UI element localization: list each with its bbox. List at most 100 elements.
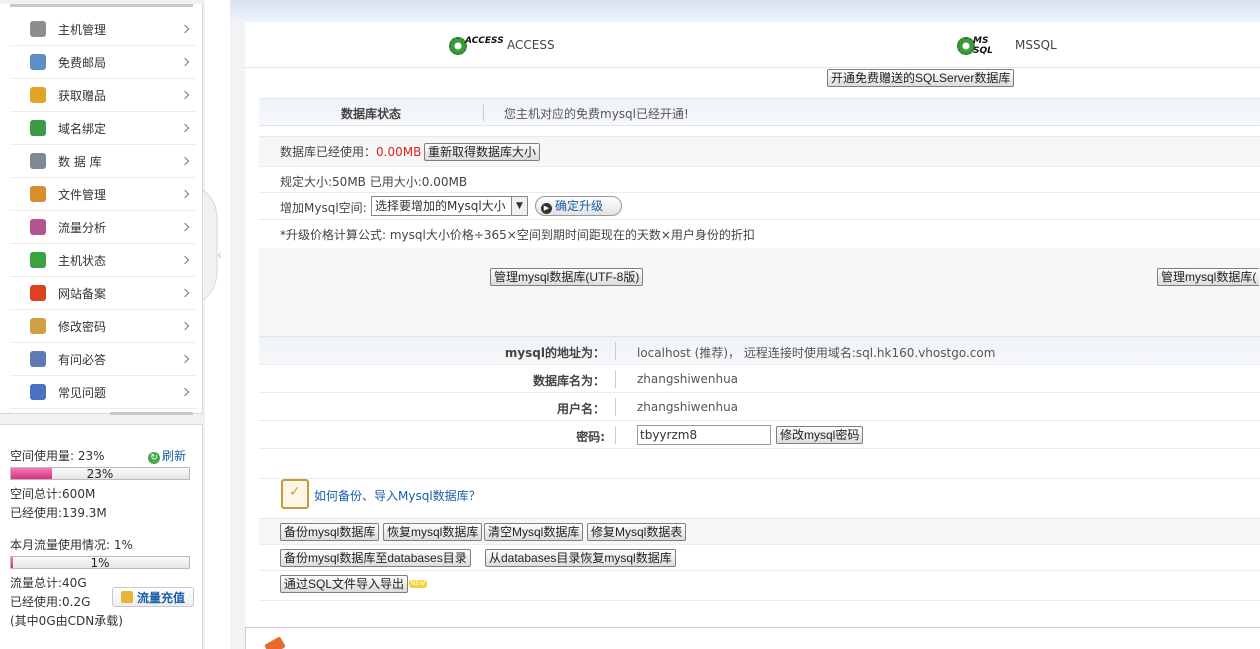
username-label: 用户名： bbox=[556, 402, 605, 416]
menu-top-border bbox=[10, 4, 193, 7]
user-question-icon bbox=[30, 351, 46, 367]
sidebar-item-label: 网站备案 bbox=[58, 286, 107, 301]
chevron-right-icon bbox=[180, 354, 190, 364]
sql-import-export-button[interactable]: 通过SQL文件导入导出 bbox=[280, 575, 409, 593]
open-sqlserver-button[interactable]: 开通免费赠送的SQLServer数据库 bbox=[827, 69, 1015, 87]
traffic-used: 已经使用:0.2G bbox=[10, 595, 91, 609]
backup-mysql-button[interactable]: 备份mysql数据库 bbox=[280, 523, 380, 541]
username-row: 用户名： zhangshiwenhua bbox=[259, 393, 1260, 421]
space-usage-bar-text: 23% bbox=[86, 467, 114, 481]
space-usage-bar: 23% bbox=[10, 467, 190, 481]
price-formula-text: *升级价格计算公式: mysql大小价格÷365×空间到期时间距现在的天数×用户… bbox=[280, 228, 755, 242]
traffic-recharge-button[interactable]: 流量充值 bbox=[112, 587, 194, 607]
repair-mysql-tables-button[interactable]: 修复Mysql数据表 bbox=[587, 523, 687, 541]
restore-mysql-button[interactable]: 恢复mysql数据库 bbox=[383, 523, 483, 541]
sidebar-item-8[interactable]: 网站备案 bbox=[10, 277, 196, 310]
sidebar-item-1[interactable]: 免费邮局 bbox=[10, 46, 196, 79]
sidebar-item-3[interactable]: 域名绑定 bbox=[10, 112, 196, 145]
server-icon bbox=[30, 21, 46, 37]
recharge-label: 流量充值 bbox=[136, 590, 185, 605]
connection-info-block: mysql的地址为： localhost (推荐)， 远程连接时使用域名:sql… bbox=[259, 336, 1260, 478]
sidebar-item-5[interactable]: 文件管理 bbox=[10, 178, 196, 211]
size-used-value: 0.00MB bbox=[376, 145, 422, 159]
status-icon bbox=[30, 252, 46, 268]
username-divider bbox=[615, 398, 616, 416]
cdn-note: (其中0G由CDN承载) bbox=[10, 614, 123, 628]
database-content: ACCESS ACCESS MS SQL MSSQL 开通免费赠送的SQLSer… bbox=[245, 22, 1260, 649]
quota-text: 规定大小:50MB 已用大小:0.00MB bbox=[280, 175, 468, 189]
manage-mysql-utf8-button[interactable]: 管理mysql数据库(UTF-8版) bbox=[490, 268, 644, 286]
clipboard-icon bbox=[281, 479, 309, 509]
manage-mysql-other-button[interactable]: 管理mysql数据库( bbox=[1157, 268, 1260, 286]
refresh-link[interactable]: ↻ 刷新 bbox=[148, 447, 186, 464]
chevron-right-icon bbox=[180, 255, 190, 265]
collapse-arrow-icon: ‹ bbox=[217, 248, 222, 262]
ops-row-2: 备份mysql数据库至databases目录 从databases目录恢复mys… bbox=[259, 545, 1260, 571]
address-label: mysql的地址为： bbox=[504, 346, 605, 360]
manage-buttons-row: 管理mysql数据库(UTF-8版) 管理mysql数据库( bbox=[259, 248, 1260, 336]
password-label: 密码: bbox=[576, 430, 605, 444]
address-row: mysql的地址为： localhost (推荐)， 远程连接时使用域名:sql… bbox=[259, 337, 1260, 365]
ops-row-1: 备份mysql数据库 恢复mysql数据库 清空Mysql数据库 修复Mysql… bbox=[259, 519, 1260, 545]
sidebar-item-4[interactable]: 数 据 库 bbox=[10, 145, 196, 178]
change-password-button[interactable]: 修改mysql密码 bbox=[776, 426, 864, 444]
refresh-label: 刷新 bbox=[162, 449, 187, 463]
confirm-upgrade-button[interactable]: ▶ 确定升级 bbox=[535, 196, 623, 216]
sidebar-item-7[interactable]: 主机状态 bbox=[10, 244, 196, 277]
sidebar-collapse-handle[interactable]: ‹ bbox=[202, 189, 230, 301]
tab-access[interactable]: ACCESS ACCESS bbox=[447, 34, 555, 56]
address-value: localhost (推荐)， 远程连接时使用域名:sql.hk160.vhos… bbox=[637, 346, 996, 360]
sidebar-item-label: 获取赠品 bbox=[58, 88, 107, 103]
password-input[interactable] bbox=[637, 425, 771, 445]
chevron-right-icon bbox=[180, 24, 190, 34]
sidebar-menu: 主机管理免费邮局获取赠品域名绑定数 据 库文件管理 流量分析 主机状态网站备案修改密… bbox=[0, 4, 203, 415]
ops-row-3: 通过SQL文件导入导出 NEW bbox=[259, 571, 1260, 601]
top-strip bbox=[230, 0, 1260, 22]
refresh-size-button[interactable]: 重新取得数据库大小 bbox=[424, 143, 541, 161]
backup-to-databases-dir-button[interactable]: 备份mysql数据库至databases目录 bbox=[280, 549, 471, 567]
formula-row: *升级价格计算公式: mysql大小价格÷365×空间到期时间距现在的天数×用户… bbox=[259, 220, 1260, 249]
add-space-select[interactable]: 选择要增加的Mysql大小 ▼ bbox=[371, 196, 528, 216]
sidebar: 主机管理免费邮局获取赠品域名绑定数 据 库文件管理 流量分析 主机状态网站备案修改密… bbox=[0, 0, 205, 649]
status-divider bbox=[483, 104, 484, 122]
chevron-right-icon bbox=[180, 123, 190, 133]
mssql-icon: MS SQL bbox=[955, 34, 1005, 56]
password-divider bbox=[615, 426, 616, 444]
sidebar-item-label: 常见问题 bbox=[58, 385, 107, 400]
record-icon bbox=[30, 285, 46, 301]
key-icon bbox=[30, 318, 46, 334]
refresh-icon: ↻ bbox=[148, 452, 160, 464]
sidebar-item-9[interactable]: 修改密码 bbox=[10, 310, 196, 343]
sidebar-item-0[interactable]: 主机管理 bbox=[10, 13, 196, 46]
sidebar-item-2[interactable]: 获取赠品 bbox=[10, 79, 196, 112]
chart-icon bbox=[30, 219, 46, 235]
recharge-icon bbox=[120, 591, 133, 603]
main-area: ACCESS ACCESS MS SQL MSSQL 开通免费赠送的SQLSer… bbox=[230, 0, 1260, 649]
database-icon bbox=[30, 153, 46, 169]
sidebar-item-label: 修改密码 bbox=[58, 319, 107, 334]
username-value: zhangshiwenhua bbox=[637, 400, 739, 414]
sidebar-item-label: 免费邮局 bbox=[58, 55, 107, 70]
traffic-usage-label: 本月流量使用情况: 1% bbox=[10, 538, 133, 552]
howto-row: 如何备份、导入Mysql数据库？ bbox=[259, 478, 1260, 518]
sidebar-item-label: 有问必答 bbox=[58, 352, 107, 367]
add-space-label: 增加Mysql空间: bbox=[280, 201, 367, 215]
dbname-divider bbox=[615, 370, 616, 388]
globe-icon bbox=[30, 120, 46, 136]
chevron-right-icon bbox=[180, 288, 190, 298]
folder-icon bbox=[30, 186, 46, 202]
backup-import-help-link[interactable]: 如何备份、导入Mysql数据库？ bbox=[314, 487, 481, 504]
size-used-text: 数据库已经使用：0.00MB bbox=[280, 145, 422, 159]
sidebar-item-6[interactable]: 流量分析 bbox=[10, 211, 196, 244]
bottom-panel bbox=[245, 627, 1260, 649]
dbname-label: 数据库名为： bbox=[532, 374, 605, 388]
gift-icon bbox=[30, 87, 46, 103]
sidebar-item-10[interactable]: 有问必答 bbox=[10, 343, 196, 376]
tab-access-label: ACCESS bbox=[507, 38, 555, 52]
restore-from-databases-dir-button[interactable]: 从databases目录恢复mysql数据库 bbox=[485, 549, 676, 567]
sidebar-item-11[interactable]: 常见问题 bbox=[10, 376, 196, 409]
chevron-right-icon bbox=[180, 57, 190, 67]
clear-mysql-button[interactable]: 清空Mysql数据库 bbox=[484, 523, 584, 541]
tab-mssql[interactable]: MS SQL MSSQL bbox=[955, 34, 1057, 56]
dbname-row: 数据库名为： zhangshiwenhua bbox=[259, 365, 1260, 393]
